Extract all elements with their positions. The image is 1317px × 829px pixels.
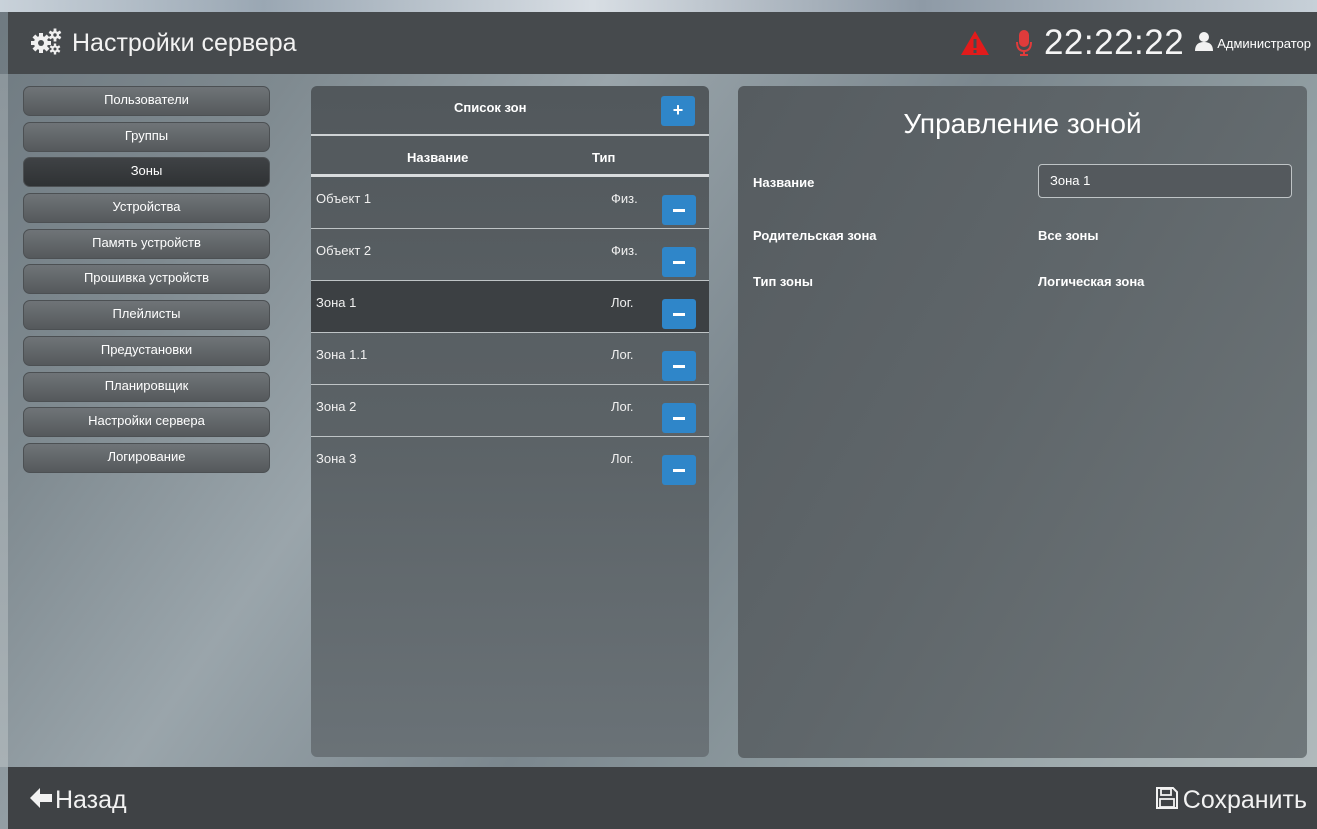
sidebar-item-device-firmware[interactable]: Прошивка устройств [23,264,270,295]
parent-zone-label: Родительская зона [753,228,877,243]
page-title: Настройки сервера [72,28,297,57]
zone-management-panel: Управление зоной Название Зона 1 Родител… [738,86,1307,758]
parent-zone-value: Все зоны [1038,228,1099,243]
zone-row-type: Лог. [611,295,634,310]
window-top-strip [0,0,1317,12]
zone-row[interactable]: Объект 1 Физ. [311,177,709,229]
save-button-label: Сохранить [1182,786,1307,814]
remove-zone-button[interactable] [662,455,696,485]
sidebar-item-scheduler[interactable]: Планировщик [23,371,270,402]
zone-row[interactable]: Зона 1.1 Лог. [311,333,709,385]
header-bar: Настройки сервера 22:22:22 Администратор [8,12,1317,74]
zone-row-type: Лог. [611,451,634,466]
zone-row-name: Зона 1.1 [316,347,368,362]
zone-row-selected[interactable]: Зона 1 Лог. [311,281,709,333]
remove-zone-button[interactable] [662,195,696,225]
zone-row-name: Объект 2 [316,243,372,258]
remove-zone-button[interactable] [662,299,696,329]
back-button-label: Назад [55,786,127,814]
user-icon [1194,31,1217,56]
column-header-name: Название [407,150,469,165]
sidebar-item-groups[interactable]: Группы [23,121,270,152]
zone-row-type: Лог. [611,399,634,414]
zone-list-title: Список зон [454,100,527,115]
zone-row-type: Лог. [611,347,634,362]
sidebar-item-users[interactable]: Пользователи [23,86,270,116]
footer-bar: Назад Сохранить [8,767,1317,829]
zone-management-title: Управление зоной [903,108,1142,139]
zone-list-header: Список зон + [311,86,709,136]
save-button[interactable]: Сохранить [1155,786,1307,815]
sidebar-item-server-settings[interactable]: Настройки сервера [23,407,270,438]
remove-zone-button[interactable] [662,351,696,381]
column-header-type: Тип [592,150,616,165]
warning-icon[interactable] [960,30,990,56]
arrow-left-icon [29,787,53,814]
left-edge-strip [0,74,8,767]
gears-icon [28,26,72,61]
remove-zone-button[interactable] [662,403,696,433]
user-menu[interactable]: Администратор [1194,31,1311,56]
sidebar-item-device-memory[interactable]: Память устройств [23,228,270,259]
zone-row[interactable]: Объект 2 Физ. [311,229,709,281]
zone-name-field[interactable]: Зона 1 [1038,164,1292,198]
sidebar-item-presets[interactable]: Предустановки [23,335,270,366]
sidebar-item-devices[interactable]: Устройства [23,193,270,224]
zone-type-label: Тип зоны [753,274,813,289]
zone-row-type: Физ. [611,191,638,206]
sidebar-item-logging[interactable]: Логирование [23,442,270,473]
clock: 22:22:22 [1043,23,1185,62]
zone-row-name: Зона 1 [316,295,357,310]
microphone-icon[interactable] [1015,29,1032,57]
zone-list-panel: Список зон + Название Тип Объект 1 Физ. … [311,86,709,757]
zone-row[interactable]: Зона 2 Лог. [311,385,709,437]
sidebar-item-playlists[interactable]: Плейлисты [23,300,270,331]
zone-list-columns: Название Тип [311,136,709,177]
zone-row-name: Зона 2 [316,399,357,414]
floppy-disk-icon [1155,786,1179,815]
remove-zone-button[interactable] [662,247,696,277]
zone-row-type: Физ. [611,243,638,258]
zone-row-name: Объект 1 [316,191,372,206]
user-name: Администратор [1217,35,1311,51]
sidebar-item-zones[interactable]: Зоны [23,157,270,188]
back-button[interactable]: Назад [29,786,127,815]
zone-row[interactable]: Зона 3 Лог. [311,437,709,489]
zone-row-name: Зона 3 [316,451,357,466]
add-zone-button[interactable]: + [661,96,695,126]
header-status-group: 22:22:22 Администратор [960,12,1311,74]
zone-name-label: Название [753,175,815,190]
zone-type-value: Логическая зона [1038,274,1145,289]
sidebar: Пользователи Группы Зоны Устройства Памя… [23,86,270,479]
page-title-group: Настройки сервера [28,26,297,61]
